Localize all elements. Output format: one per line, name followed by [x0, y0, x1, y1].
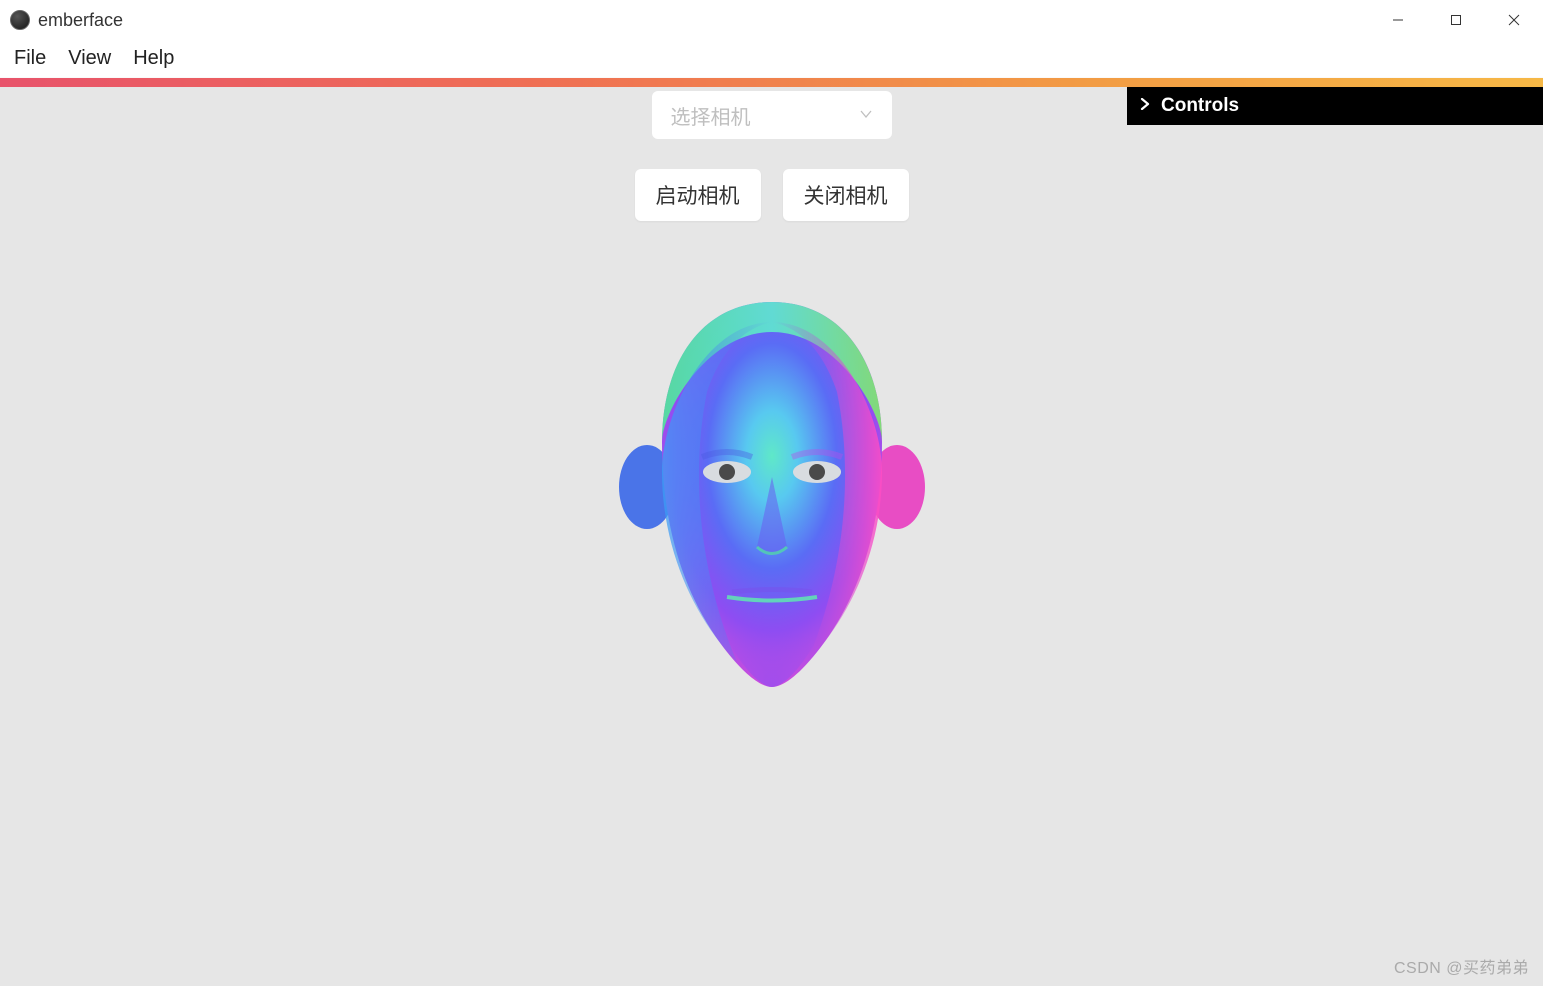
menu-file[interactable]: File: [14, 47, 46, 70]
menu-view[interactable]: View: [68, 47, 111, 70]
minimize-button[interactable]: [1369, 0, 1427, 40]
titlebar: emberface: [0, 0, 1543, 40]
menubar: File View Help: [0, 40, 1543, 78]
workspace: 选择相机 启动相机 关闭相机 Controls: [0, 87, 1543, 986]
close-icon: [1508, 14, 1520, 26]
minimize-icon: [1392, 14, 1404, 26]
window-controls: [1369, 0, 1543, 40]
start-camera-button[interactable]: 启动相机: [635, 169, 761, 221]
controls-panel-label: Controls: [1161, 95, 1239, 117]
accent-bar: [0, 78, 1543, 87]
camera-select[interactable]: 选择相机: [652, 91, 892, 139]
app-title: emberface: [38, 10, 123, 31]
maximize-button[interactable]: [1427, 0, 1485, 40]
face-3d-view[interactable]: [607, 292, 937, 692]
titlebar-left: emberface: [10, 10, 123, 31]
camera-select-placeholder: 选择相机: [671, 101, 751, 130]
chevron-down-icon: [859, 104, 873, 127]
app-icon: [10, 10, 30, 30]
stop-camera-button[interactable]: 关闭相机: [783, 169, 909, 221]
controls-panel-header[interactable]: Controls: [1127, 87, 1543, 125]
chevron-right-icon: [1139, 97, 1151, 115]
camera-button-row: 启动相机 关闭相机: [635, 169, 909, 221]
maximize-icon: [1450, 14, 1462, 26]
watermark: CSDN @买药弟弟: [1394, 954, 1529, 978]
menu-help[interactable]: Help: [133, 47, 174, 70]
close-button[interactable]: [1485, 0, 1543, 40]
